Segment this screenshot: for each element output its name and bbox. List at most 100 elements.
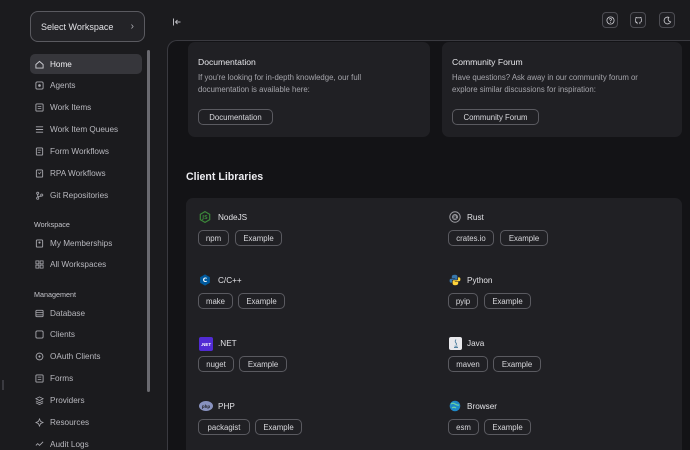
audit-icon — [35, 440, 44, 449]
sidebar-item-home[interactable]: Home — [30, 54, 142, 74]
documentation-card: Documentation If you're looking for in-d… — [188, 42, 430, 137]
sidebar-item-my-memberships[interactable]: My Memberships — [30, 233, 142, 253]
cpp-package-button[interactable]: make — [198, 293, 233, 309]
forms-icon — [35, 374, 44, 383]
work-items-icon — [35, 103, 44, 112]
sidebar-item-label: Form Workflows — [50, 146, 109, 156]
sidebar-item-database[interactable]: Database — [30, 303, 142, 323]
lib-name-browser: Browser — [467, 402, 498, 411]
community-card: Community Forum Have questions? Ask away… — [442, 42, 682, 137]
java-package-button[interactable]: maven — [448, 356, 488, 372]
home-icon — [35, 60, 44, 69]
community-text-line-2: explore similar discussions for inspirat… — [452, 85, 596, 94]
form-workflow-icon — [35, 147, 44, 156]
dotnet-example-button[interactable]: Example — [239, 356, 287, 372]
php-package-button[interactable]: packagist — [198, 419, 250, 435]
git-icon — [35, 191, 44, 200]
sidebar-item-providers[interactable]: Providers — [30, 390, 142, 410]
svg-text:C: C — [203, 277, 208, 284]
sidebar-item-label: Home — [50, 59, 72, 69]
documentation-button[interactable]: Documentation — [198, 109, 273, 125]
community-forum-button[interactable]: Community Forum — [452, 109, 539, 125]
rpa-icon — [35, 169, 44, 178]
membership-icon — [35, 238, 44, 248]
github-icon — [634, 16, 642, 24]
lib-name-cpp: C/C++ — [218, 276, 242, 285]
database-icon — [35, 309, 44, 318]
nodejs-example-button[interactable]: Example — [235, 230, 282, 246]
documentation-text-line-1: If you're looking for in-depth knowledge… — [198, 73, 362, 82]
sidebar-item-label: All Workspaces — [50, 260, 107, 270]
sidebar-item-work-items[interactable]: Work Items — [30, 98, 142, 118]
sidebar-item-rpa-workflows[interactable]: RPA Workflows — [30, 163, 142, 183]
rust-package-button[interactable]: crates.io — [448, 230, 494, 246]
resources-icon — [35, 417, 44, 427]
workspace-select-label: Select Workspace — [41, 21, 114, 32]
dotnet-package-button[interactable]: nuget — [198, 356, 234, 372]
sidebar-item-label: My Memberships — [50, 238, 113, 248]
svg-text:R: R — [453, 215, 457, 221]
python-example-button[interactable]: Example — [484, 293, 531, 309]
sidebar-item-label: Forms — [50, 374, 74, 384]
sidebar-item-oauth-clients[interactable]: OAuth Clients — [30, 347, 142, 367]
java-icon — [449, 337, 462, 350]
sidebar-item-label: Database — [50, 308, 86, 318]
sidebar-scrollbar[interactable] — [147, 50, 150, 392]
sidebar-item-label: RPA Workflows — [50, 168, 106, 178]
sidebar-item-resources[interactable]: Resources — [30, 412, 142, 432]
edge-divider — [2, 380, 4, 390]
sidebar-item-label: Clients — [50, 330, 76, 340]
browser-example-button[interactable]: Example — [484, 419, 531, 435]
community-text-line-1: Have questions? Ask away in our communit… — [452, 73, 638, 82]
rust-example-button[interactable]: Example — [500, 230, 548, 246]
python-package-button[interactable]: pyip — [448, 293, 478, 309]
sidebar-item-audit-logs[interactable]: Audit Logs — [30, 434, 142, 450]
documentation-title: Documentation — [198, 57, 256, 67]
nav-workspace: My Memberships All Workspaces — [30, 233, 142, 277]
workspace-select[interactable]: Select Workspace › — [30, 11, 145, 42]
help-icon — [605, 15, 615, 25]
sidebar-item-form-workflows[interactable]: Form Workflows — [30, 141, 142, 161]
sidebar-item-label: OAuth Clients — [50, 352, 101, 362]
section-title-management: Management — [34, 290, 76, 299]
chevron-right-icon: › — [130, 21, 134, 32]
sidebar-item-all-workspaces[interactable]: All Workspaces — [30, 255, 142, 275]
nav-management: Database Clients OAuth Clients Forms Pro… — [30, 303, 142, 450]
php-example-button[interactable]: Example — [255, 419, 302, 435]
nodejs-package-button[interactable]: npm — [198, 230, 229, 246]
oauth-icon — [35, 352, 44, 361]
svg-text:JS: JS — [201, 215, 208, 221]
documentation-text-line-2: documentation is available here: — [198, 85, 310, 94]
theme-toggle-button[interactable] — [659, 12, 675, 28]
browser-package-button[interactable]: esm — [448, 419, 479, 435]
nav-main: Home Agents Work Items Work Item Queues … — [30, 54, 142, 207]
sidebar-item-label: Providers — [50, 395, 85, 405]
community-title: Community Forum — [452, 57, 523, 67]
section-title-workspace: Workspace — [34, 220, 70, 229]
client-libraries-heading: Client Libraries — [186, 171, 264, 183]
sidebar-item-forms[interactable]: Forms — [30, 369, 142, 389]
php-icon: php — [199, 401, 213, 411]
python-icon — [449, 274, 461, 286]
github-button[interactable] — [630, 12, 646, 28]
sidebar-item-agents[interactable]: Agents — [30, 76, 142, 96]
sidebar-item-clients[interactable]: Clients — [30, 325, 142, 345]
nodejs-icon: JS — [199, 211, 211, 223]
lib-name-dotnet: .NET — [218, 339, 237, 348]
lib-name-python: Python — [467, 276, 493, 285]
lib-name-php: PHP — [218, 402, 235, 411]
sidebar-item-git-repositories[interactable]: Git Repositories — [30, 185, 142, 205]
lib-name-nodejs: NodeJS — [218, 213, 248, 222]
collapse-sidebar-icon[interactable] — [172, 14, 182, 26]
browser-icon — [449, 400, 461, 412]
clients-icon — [35, 330, 44, 339]
java-example-button[interactable]: Example — [493, 356, 541, 372]
moon-icon — [663, 16, 671, 24]
php-logo-text: php — [201, 403, 211, 409]
sidebar-item-label: Work Items — [50, 103, 92, 113]
sidebar-item-label: Resources — [50, 417, 90, 427]
sidebar-item-work-item-queues[interactable]: Work Item Queues — [30, 120, 142, 140]
cpp-example-button[interactable]: Example — [238, 293, 285, 309]
lib-name-java: Java — [467, 339, 485, 348]
help-button[interactable] — [602, 12, 618, 28]
